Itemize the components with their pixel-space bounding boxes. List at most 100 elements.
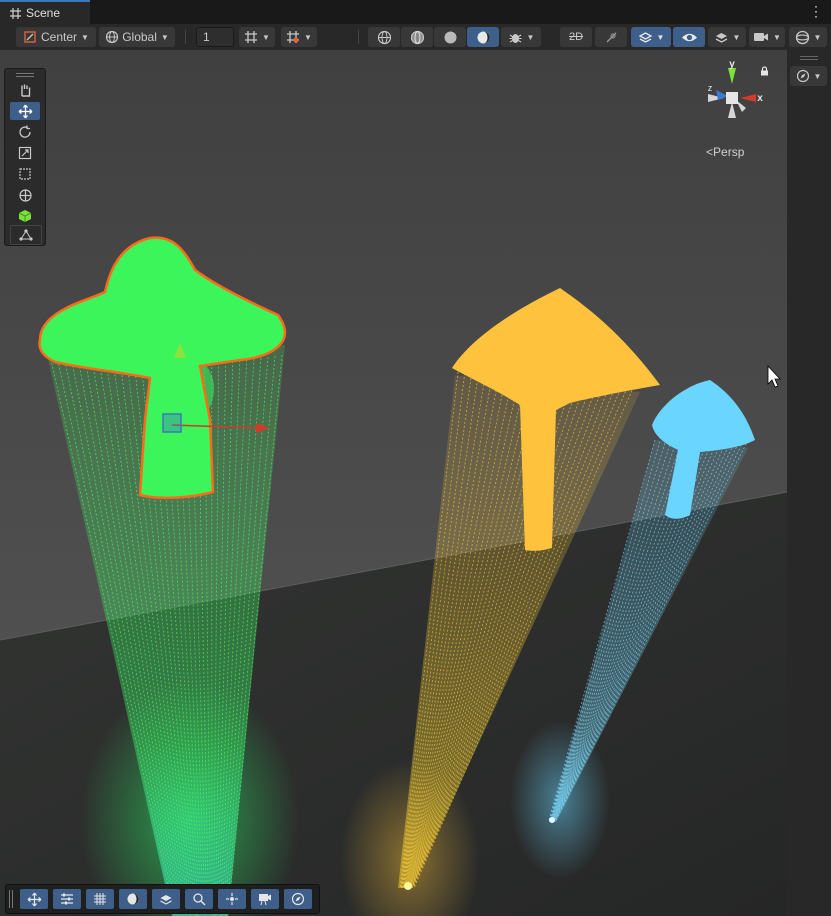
scene-2d-toggle-button[interactable]: 2D bbox=[560, 27, 592, 47]
lighting-sphere-icon bbox=[477, 31, 489, 43]
shaded-sphere-icon bbox=[444, 31, 456, 43]
gizmo-x-label: x bbox=[757, 93, 763, 104]
pivot-center-icon bbox=[24, 31, 36, 43]
chevron-down-icon: ▼ bbox=[773, 32, 781, 42]
pivot-mode-label: Center bbox=[41, 30, 78, 44]
tab-scene[interactable]: Scene bbox=[0, 0, 90, 24]
scene-viewport[interactable]: y x z <Persp bbox=[0, 50, 787, 916]
scene-2d-label: 2D bbox=[568, 31, 584, 43]
tools-overlay bbox=[4, 68, 46, 246]
move-icon bbox=[18, 104, 32, 118]
scale-icon bbox=[18, 146, 32, 160]
gizmo-x-axis-cone[interactable] bbox=[740, 94, 756, 102]
tab-title: Scene bbox=[26, 6, 61, 20]
wireframe-sphere-icon bbox=[377, 30, 391, 44]
custom-editor-tool-button[interactable] bbox=[10, 207, 40, 225]
chevron-left-icon: < bbox=[706, 145, 714, 159]
draw-mode-unlit-button[interactable] bbox=[467, 27, 499, 47]
custom-tool-icon bbox=[19, 229, 33, 241]
eye-icon bbox=[681, 33, 697, 41]
chevron-down-icon: ▼ bbox=[732, 32, 741, 42]
draw-mode-wireframe-button[interactable] bbox=[368, 27, 400, 47]
bottom-lighting-button[interactable] bbox=[119, 889, 147, 909]
custom-tool-button[interactable] bbox=[10, 225, 42, 245]
grid-snap-value: 1 bbox=[203, 30, 210, 44]
drag-handle-line bbox=[16, 76, 34, 77]
gizmo-center-cube[interactable] bbox=[726, 92, 738, 104]
gizmo-y-axis-cone[interactable] bbox=[728, 68, 736, 84]
debug-draw-mode-dropdown[interactable]: ▼ bbox=[501, 27, 541, 47]
scene-camera-dropdown[interactable]: ▼ bbox=[749, 27, 785, 47]
bottom-grid-button[interactable] bbox=[86, 889, 114, 909]
light-off-icon bbox=[606, 32, 616, 42]
grid-icon bbox=[10, 7, 21, 19]
orientation-overlay-dropdown[interactable]: ▼ bbox=[790, 66, 827, 86]
drag-handle[interactable] bbox=[16, 73, 34, 74]
bottom-camera-button[interactable] bbox=[251, 889, 279, 909]
pivot-space-label: Global bbox=[122, 30, 157, 44]
chevron-down-icon: ▼ bbox=[262, 32, 270, 42]
layers-icon bbox=[715, 32, 727, 43]
snap-grid-icon bbox=[287, 31, 300, 43]
pivot-space-dropdown[interactable]: Global ▼ bbox=[99, 27, 175, 47]
lock-icon[interactable] bbox=[760, 66, 769, 76]
chevron-down-icon: ▼ bbox=[526, 32, 535, 42]
draw-mode-shaded-wireframe-button[interactable] bbox=[401, 27, 433, 47]
effects-layers-icon bbox=[638, 31, 652, 43]
scene-effects-dropdown[interactable]: ▼ bbox=[631, 27, 671, 47]
bottom-search-button[interactable] bbox=[185, 889, 213, 909]
drag-handle[interactable] bbox=[9, 890, 13, 908]
cube-icon bbox=[18, 210, 32, 222]
lighting-icon bbox=[127, 893, 139, 905]
grid-snapping-button[interactable]: ▼ bbox=[281, 27, 317, 47]
compass-icon bbox=[796, 69, 809, 83]
drag-handle[interactable] bbox=[800, 56, 818, 57]
gizmos-dropdown[interactable]: ▼ bbox=[789, 27, 827, 47]
bottom-settings-button[interactable] bbox=[53, 889, 81, 909]
rect-tool-button[interactable] bbox=[10, 165, 40, 183]
scene-toolbar: Center ▼ Global ▼ 1 ▼ ▼ ▼ 2D ▼ ▼ ▼ ▼ bbox=[0, 24, 831, 51]
bottom-pivot-button[interactable] bbox=[218, 889, 246, 909]
grid-visibility-button[interactable]: ▼ bbox=[239, 27, 275, 47]
bottom-overlay-toolbar bbox=[5, 884, 320, 914]
tab-bar: Scene ⋮ bbox=[0, 0, 831, 24]
search-icon bbox=[193, 893, 206, 906]
scene-visibility-toggle-button[interactable] bbox=[673, 27, 705, 47]
toolbar-divider bbox=[358, 30, 359, 44]
move-tool-button[interactable] bbox=[10, 102, 40, 120]
grid-snap-increment-field[interactable]: 1 bbox=[196, 27, 234, 47]
hand-tool-button[interactable] bbox=[10, 81, 40, 99]
draw-mode-shaded-button[interactable] bbox=[434, 27, 466, 47]
video-camera-icon bbox=[754, 33, 769, 41]
scene-render bbox=[0, 50, 787, 916]
bug-icon bbox=[509, 33, 522, 43]
hand-icon bbox=[21, 84, 31, 97]
right-overlay-strip: ▼ bbox=[787, 50, 831, 916]
projection-label: Persp bbox=[713, 145, 745, 159]
chevron-down-icon: ▼ bbox=[656, 32, 665, 42]
layers-icon bbox=[160, 895, 172, 905]
chevron-down-icon: ▼ bbox=[81, 32, 89, 42]
camera-icon bbox=[259, 894, 271, 906]
scale-tool-button[interactable] bbox=[10, 144, 40, 162]
scene-lighting-toggle-button[interactable] bbox=[595, 27, 627, 47]
bottom-layers-button[interactable] bbox=[152, 889, 180, 909]
layers-dropdown[interactable]: ▼ bbox=[708, 27, 746, 47]
toolbar-divider bbox=[185, 30, 186, 44]
projection-toggle[interactable]: <Persp bbox=[706, 145, 744, 159]
shaded-wireframe-icon bbox=[410, 30, 424, 44]
gizmo-globe-icon bbox=[795, 30, 809, 44]
bottom-move-button[interactable] bbox=[20, 889, 48, 909]
rotate-icon bbox=[19, 125, 31, 138]
compass-icon bbox=[291, 892, 305, 906]
move-icon bbox=[27, 892, 41, 906]
bottom-compass-button[interactable] bbox=[284, 889, 312, 909]
rotate-tool-button[interactable] bbox=[10, 123, 40, 141]
more-options-icon[interactable]: ⋮ bbox=[809, 4, 823, 18]
grid-icon bbox=[94, 893, 106, 905]
chevron-down-icon: ▼ bbox=[813, 71, 822, 81]
pivot-mode-dropdown[interactable]: Center ▼ bbox=[16, 27, 96, 47]
transform-tool-button[interactable] bbox=[10, 186, 40, 204]
drag-handle-line bbox=[800, 59, 818, 60]
gizmo-z-label: z bbox=[708, 83, 713, 93]
